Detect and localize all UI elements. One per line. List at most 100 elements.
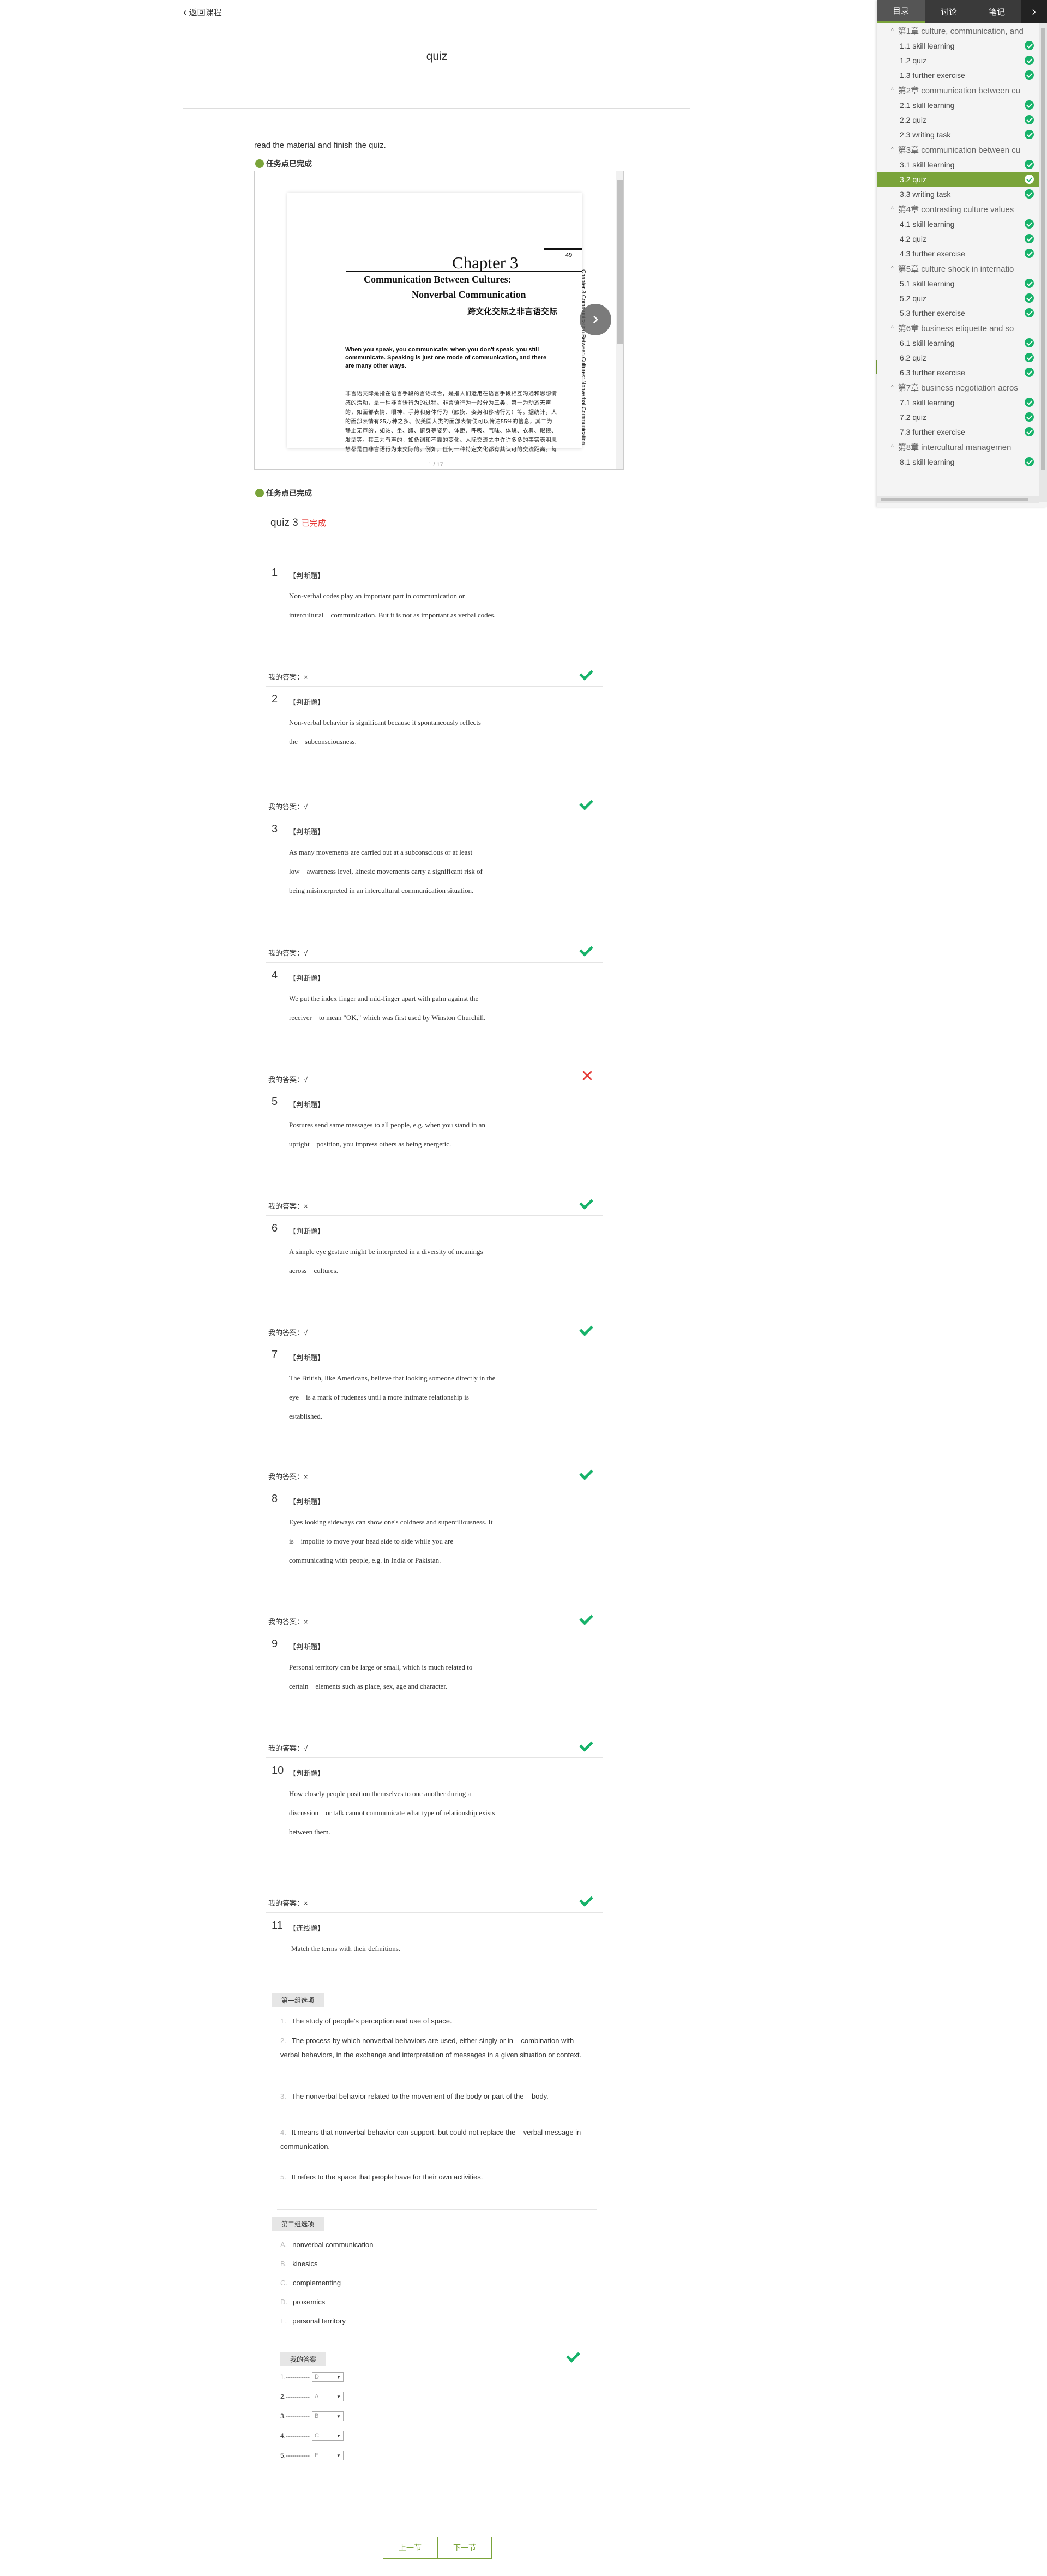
sidebar-hscroll-thumb[interactable]	[881, 498, 1028, 501]
item-letter: E.	[280, 2317, 287, 2325]
sidebar-item[interactable]: 2.1 skill learning	[877, 98, 1039, 112]
second-group-item: D. proxemics	[280, 2295, 586, 2309]
doc-intro: When you speak, you communicate; when yo…	[345, 346, 547, 369]
item-letter: 2.	[280, 2037, 286, 2045]
second-group-item: B. kinesics	[280, 2257, 586, 2271]
sidebar-scroll-thumb[interactable]	[1041, 28, 1045, 470]
sidebar-scrollbar[interactable]	[1039, 23, 1047, 502]
tab-catalog[interactable]: 目录	[877, 0, 925, 23]
correct-check-icon	[580, 942, 594, 956]
sidebar-item[interactable]: 7.2 quiz	[877, 410, 1039, 424]
sidebar-item[interactable]: 7.3 further exercise	[877, 424, 1039, 439]
sidebar-item-label: 3.2 quiz	[900, 175, 927, 184]
sidebar-item[interactable]: 3.3 writing task	[877, 187, 1039, 201]
answer-select[interactable]: E ▼	[311, 2451, 344, 2460]
question-11: 11 【连线题】 Match the terms with their defi…	[266, 1912, 603, 2460]
sidebar-hscrollbar[interactable]	[877, 496, 1039, 503]
sidebar-chapter[interactable]: ^ 第8章 intercultural managemen	[877, 439, 1039, 454]
sidebar-item[interactable]: 4.1 skill learning	[877, 217, 1039, 231]
sidebar-item[interactable]: 7.1 skill learning	[877, 395, 1039, 410]
answer-row-label: 3.-----------	[280, 2412, 310, 2420]
question-10: 10 【判断题】 How closely people position thems…	[266, 1757, 603, 1912]
question-text-line: across cultures.	[289, 1266, 338, 1275]
caret-down-icon: ▼	[336, 2453, 341, 2458]
my-answer-value: √	[304, 1076, 308, 1084]
sidebar-item[interactable]: 1.1 skill learning	[877, 38, 1039, 53]
my-answer-value: √	[304, 1744, 308, 1752]
sidebar-item[interactable]: 3.2 quiz	[877, 172, 1039, 187]
sidebar-item[interactable]: 5.2 quiz	[877, 291, 1039, 305]
sidebar-chapter-title: 第3章 communication between cu	[898, 145, 1020, 155]
sidebar-tabs: 目录 讨论 笔记 ›	[877, 0, 1047, 23]
completed-check-icon	[1025, 398, 1034, 407]
sidebar-chapter[interactable]: ^ 第2章 communication between cu	[877, 82, 1039, 98]
doc-scroll-thumb[interactable]	[617, 180, 623, 344]
sidebar-chapter[interactable]: ^ 第6章 business etiquette and so	[877, 320, 1039, 335]
doc-next-page-button[interactable]: ›	[580, 304, 611, 335]
question-number: 1	[272, 567, 278, 579]
chapter-label: Chapter 3	[452, 253, 519, 272]
sidebar-item[interactable]: 2.2 quiz	[877, 112, 1039, 127]
sidebar-chapter-title: 第6章 business etiquette and so	[898, 323, 1014, 333]
item-text: kinesics	[292, 2260, 318, 2268]
sidebar-item[interactable]: 2.3 writing task	[877, 127, 1039, 142]
sidebar-item[interactable]: 6.2 quiz	[877, 350, 1039, 365]
first-group-item: 1. The study of people's perception and u…	[280, 2014, 586, 2028]
chevron-up-icon: ^	[891, 146, 894, 153]
my-answer: 我的答案：√	[268, 1327, 308, 1337]
sidebar-item[interactable]: 3.1 skill learning	[877, 157, 1039, 172]
sidebar-chapter[interactable]: ^ 第7章 business negotiation acros	[877, 380, 1039, 395]
answer-select[interactable]: A ▼	[311, 2392, 344, 2401]
question-type: 【判断题】	[289, 1643, 325, 1651]
chevron-up-icon: ^	[891, 206, 894, 212]
answer-select[interactable]: C ▼	[311, 2431, 344, 2441]
answer-select-value: A	[314, 2393, 319, 2400]
sidebar-item[interactable]: 1.2 quiz	[877, 53, 1039, 68]
sidebar-collapse-icon[interactable]: ›	[1021, 0, 1047, 23]
my-answer-value: √	[304, 1329, 308, 1337]
answer-select[interactable]: D ▼	[311, 2372, 344, 2382]
item-text: complementing	[293, 2279, 341, 2287]
sidebar-item[interactable]: 4.3 further exercise	[877, 246, 1039, 261]
chevron-up-icon: ^	[891, 265, 894, 272]
caret-down-icon: ▼	[336, 2413, 341, 2419]
sidebar-chapter[interactable]: ^ 第4章 contrasting culture values	[877, 201, 1039, 217]
item-text: proxemics	[293, 2298, 326, 2306]
sidebar-item[interactable]: 8.1 skill learning	[877, 454, 1039, 469]
sidebar-item-label: 6.1 skill learning	[900, 338, 955, 347]
second-group-item: C. complementing	[280, 2276, 586, 2290]
next-section-button[interactable]: 下一节	[437, 2537, 492, 2559]
completed-check-icon	[1025, 175, 1034, 184]
prev-section-button[interactable]: 上一节	[383, 2537, 437, 2559]
tab-discussion[interactable]: 讨论	[925, 0, 973, 23]
my-answer-value: ×	[304, 1899, 308, 1907]
sidebar-item-label: 4.1 skill learning	[900, 219, 955, 229]
back-to-course-link[interactable]: ‹ 返回课程	[183, 7, 222, 18]
sidebar-chapter[interactable]: ^ 第5章 culture shock in internatio	[877, 261, 1039, 276]
question-text-line: intercultural communication. But it is n…	[289, 611, 496, 619]
sidebar-item[interactable]: 5.1 skill learning	[877, 276, 1039, 291]
sidebar-item[interactable]: 6.3 further exercise	[877, 365, 1039, 380]
doc-scrollbar[interactable]	[616, 171, 623, 469]
document-page: 49 Chapter 3 Communication Between Cultu…	[287, 193, 586, 453]
doc-side-text: Chapter 3 Communication Between Cultures…	[580, 269, 586, 445]
tab-notes[interactable]: 笔记	[973, 0, 1021, 23]
sidebar-item[interactable]: 6.1 skill learning	[877, 335, 1039, 350]
question-text-line: between them.	[289, 1828, 330, 1836]
question-text: We put the index finger and mid-finger a…	[289, 989, 524, 1027]
sidebar-chapter[interactable]: ^ 第3章 communication between cu	[877, 142, 1039, 157]
question-number: 3	[272, 823, 278, 835]
caret-down-icon: ▼	[336, 2433, 341, 2439]
sidebar-item[interactable]: 1.3 further exercise	[877, 68, 1039, 82]
completed-check-icon	[1025, 308, 1034, 317]
section-pager: 上一节 下一节	[383, 2537, 492, 2559]
medal-icon	[255, 489, 264, 497]
sidebar-item[interactable]: 4.2 quiz	[877, 231, 1039, 246]
chevron-up-icon: ^	[891, 384, 894, 391]
sidebar-item[interactable]: 5.3 further exercise	[877, 305, 1039, 320]
correct-check-icon	[580, 1466, 594, 1480]
answer-select[interactable]: B ▼	[311, 2411, 344, 2421]
document-viewer[interactable]: 49 Chapter 3 Communication Between Cultu…	[254, 171, 624, 470]
sidebar-chapter[interactable]: ^ 第1章 culture, communication, and	[877, 23, 1039, 38]
question-type: 【判断题】	[289, 1354, 325, 1362]
